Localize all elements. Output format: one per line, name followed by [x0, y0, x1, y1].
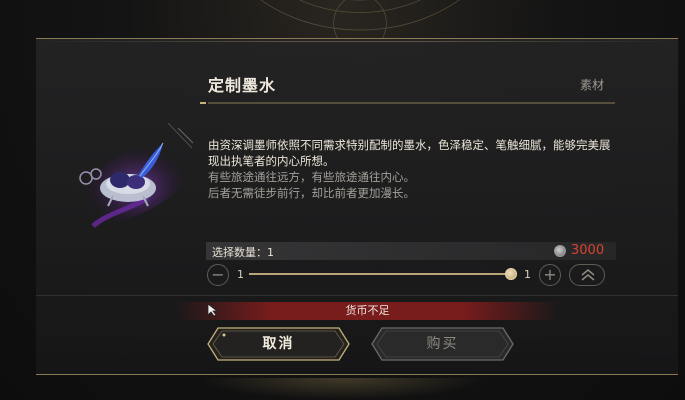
- title-divider: [200, 102, 615, 104]
- slider-max-value: 1: [524, 268, 531, 281]
- mouse-cursor-icon: [207, 303, 219, 317]
- buy-button[interactable]: 购买: [370, 326, 515, 362]
- minus-icon: −: [211, 265, 225, 284]
- game-shop-screen: 定制墨水 素材 由资深调墨师依照不同需求特别配制的墨水，色泽稳定、笔触细腻，能够…: [0, 0, 685, 400]
- quantity-slider-handle[interactable]: [505, 268, 517, 280]
- flavor-text-2: 后者无需徒步前行，却比前者更加漫长。: [208, 186, 415, 200]
- slider-min-value: 1: [237, 268, 244, 281]
- description-text: 由资深调墨师依照不同需求特别配制的墨水，色泽稳定、笔触细腻，能够完美展现出执笔者…: [208, 138, 611, 168]
- bottom-glow-decoration: [200, 378, 485, 400]
- cancel-button-label: 取消: [262, 336, 295, 352]
- decrease-quantity-button[interactable]: −: [207, 264, 229, 286]
- item-description: 由资深调墨师依照不同需求特别配制的墨水，色泽稳定、笔触细腻，能够完美展现出执笔者…: [208, 137, 618, 201]
- currency-coin-icon: [554, 245, 566, 257]
- flavor-text-1: 有些旅途通往远方，有些旅途通往内心。: [208, 170, 415, 184]
- plus-icon: +: [543, 265, 557, 284]
- item-category: 素材: [579, 78, 604, 92]
- item-title: 定制墨水: [208, 76, 277, 95]
- buy-button-label: 购买: [426, 336, 459, 352]
- ink-item-icon: [79, 122, 194, 228]
- max-quantity-button[interactable]: [569, 264, 605, 286]
- quantity-bar: 选择数量：1 3000: [206, 242, 616, 260]
- section-divider: [36, 295, 678, 296]
- quantity-slider-track[interactable]: [249, 273, 513, 275]
- insufficient-currency-banner: 货币不足: [175, 302, 560, 320]
- double-chevron-up-icon: [581, 269, 595, 281]
- quantity-label: 选择数量：1: [212, 246, 274, 259]
- increase-quantity-button[interactable]: +: [539, 264, 561, 286]
- price-value: 3000: [571, 243, 605, 258]
- cancel-button[interactable]: 取消: [206, 326, 351, 362]
